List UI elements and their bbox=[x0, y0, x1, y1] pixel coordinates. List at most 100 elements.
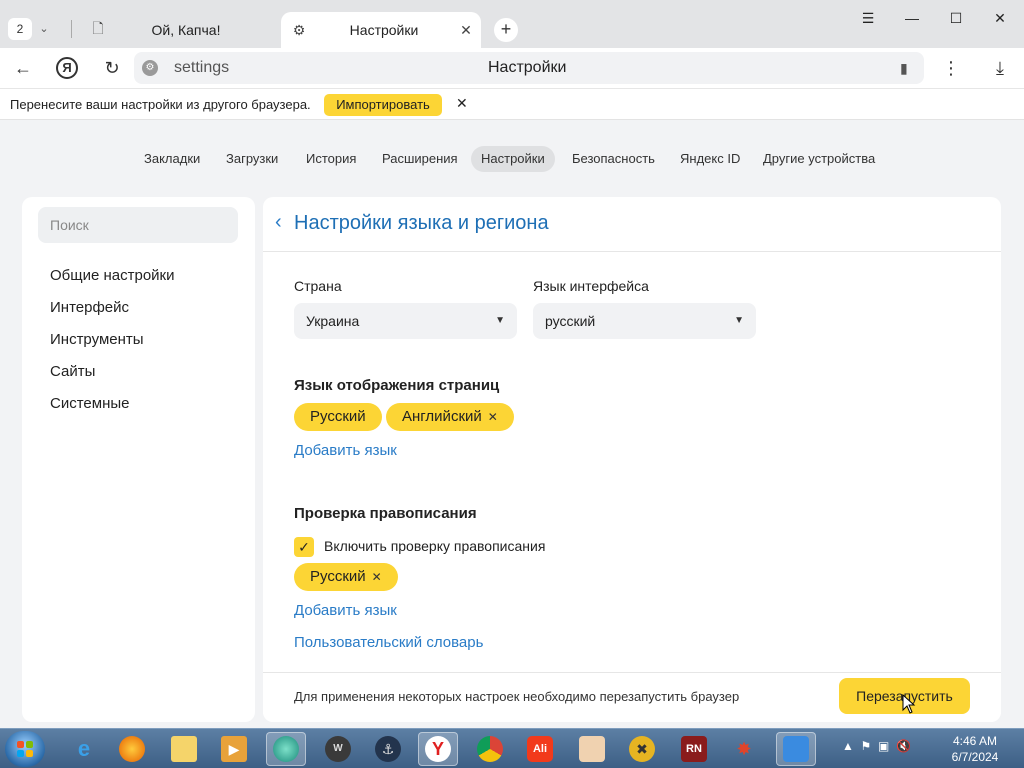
document-icon: 🗋 bbox=[92, 20, 104, 36]
spellcheck-checkbox[interactable]: ✓ bbox=[294, 537, 314, 557]
nav-other-devices[interactable]: Другие устройства bbox=[753, 146, 885, 172]
nav-settings[interactable]: Настройки bbox=[471, 146, 555, 172]
sidebar-item-system[interactable]: Системные bbox=[50, 395, 129, 412]
nav-extensions[interactable]: Расширения bbox=[372, 146, 468, 172]
import-infobar: Перенесите ваши настройки из другого бра… bbox=[0, 88, 1024, 120]
ui-language-value: русский bbox=[545, 313, 596, 329]
nav-security[interactable]: Безопасность bbox=[562, 146, 665, 172]
app-globe-icon[interactable] bbox=[266, 732, 306, 766]
close-window-button[interactable]: ✕ bbox=[978, 6, 1022, 30]
system-tray-icons[interactable]: ▲ ⚑ ▣ 🔇 bbox=[842, 739, 911, 753]
import-message: Перенесите ваши настройки из другого бра… bbox=[10, 97, 311, 112]
game-rn-icon[interactable]: RN bbox=[674, 732, 714, 766]
add-spellcheck-language-link[interactable]: Добавить язык bbox=[294, 602, 397, 619]
search-input[interactable]: Поиск bbox=[38, 207, 238, 243]
download-icon[interactable]: ⤓ bbox=[987, 56, 1013, 80]
nav-history[interactable]: История bbox=[296, 146, 366, 172]
close-icon[interactable]: ✕ bbox=[456, 95, 468, 112]
back-chevron-icon[interactable]: ‹ bbox=[275, 211, 282, 234]
game-icon[interactable] bbox=[572, 732, 612, 766]
spellcheck-heading: Проверка правописания bbox=[294, 505, 477, 522]
maximize-button[interactable]: ☐ bbox=[934, 6, 978, 30]
start-button[interactable] bbox=[5, 731, 45, 767]
windows-logo-icon bbox=[17, 741, 33, 757]
clock-date: 6/7/2024 bbox=[951, 750, 999, 764]
spellcheck-checkbox-label[interactable]: Включить проверку правописания bbox=[324, 538, 545, 554]
menu-icon[interactable]: ☰ bbox=[846, 6, 890, 30]
url-text[interactable]: settings bbox=[174, 59, 229, 77]
reload-icon[interactable]: ↻ bbox=[99, 56, 125, 80]
game-icon-3[interactable]: ✸ bbox=[724, 732, 764, 766]
file-explorer-icon[interactable] bbox=[164, 732, 204, 766]
yandex-browser-icon[interactable]: Y bbox=[418, 732, 458, 766]
tab-title: Ой, Капча! bbox=[151, 22, 221, 38]
nav-yandex-id[interactable]: Яндекс ID bbox=[670, 146, 750, 172]
bookmark-icon[interactable]: ▮ bbox=[900, 60, 908, 77]
remove-icon[interactable]: ✕ bbox=[488, 410, 498, 424]
close-tab-icon[interactable]: ✕ bbox=[451, 22, 481, 39]
mouse-cursor-icon bbox=[902, 694, 916, 714]
page-languages-heading: Язык отображения страниц bbox=[294, 377, 500, 394]
sidebar-item-interface[interactable]: Интерфейс bbox=[50, 299, 129, 316]
network-app-icon[interactable] bbox=[776, 732, 816, 766]
world-of-warships-icon[interactable]: ⚓ bbox=[368, 732, 408, 766]
address-bar: ← Я ↻ ⚙ settings Настройки ▮ ⋮ ⤓ bbox=[0, 48, 1024, 88]
chevron-down-icon[interactable]: ⌄ bbox=[32, 18, 56, 40]
nav-bookmarks[interactable]: Закладки bbox=[134, 146, 210, 172]
content-header: ‹ Настройки языка и региона bbox=[263, 197, 1001, 252]
aliexpress-icon[interactable]: Ali bbox=[520, 732, 560, 766]
windows-taskbar: e ▶ W ⚓ Y Ali ✖ RN ✸ ▲ ⚑ ▣ 🔇 4:46 AM 6/7… bbox=[0, 728, 1024, 768]
tab-count[interactable]: 2 bbox=[8, 18, 32, 40]
minimize-button[interactable]: — bbox=[890, 6, 934, 30]
chip-label: Английский bbox=[402, 408, 482, 425]
more-menu-icon[interactable]: ⋮ bbox=[938, 56, 964, 80]
remove-icon[interactable]: ✕ bbox=[372, 570, 382, 584]
restart-note: Для применения некоторых настроек необхо… bbox=[294, 689, 740, 704]
chevron-down-icon: ▼ bbox=[734, 315, 744, 326]
settings-top-nav: Закладки Загрузки История Расширения Нас… bbox=[0, 146, 1024, 172]
tab-settings[interactable]: ⚙ Настройки ✕ bbox=[281, 12, 481, 48]
chip-label: Русский bbox=[310, 408, 366, 425]
restart-footer: Для применения некоторых настроек необхо… bbox=[263, 672, 1001, 722]
tab-title: Настройки bbox=[349, 22, 419, 38]
clock[interactable]: 4:46 AM 6/7/2024 bbox=[940, 733, 1010, 765]
tab-bar: 2 ⌄ 🗋 Ой, Капча! ⚙ Настройки ✕ + ☰ — ☐ ✕ bbox=[0, 0, 1024, 48]
page-title-in-address: Настройки bbox=[488, 59, 567, 76]
nav-downloads[interactable]: Загрузки bbox=[216, 146, 288, 172]
sidebar-item-sites[interactable]: Сайты bbox=[50, 363, 95, 380]
world-of-tanks-icon[interactable]: W bbox=[318, 732, 358, 766]
game-icon-2[interactable]: ✖ bbox=[622, 732, 662, 766]
page-title[interactable]: Настройки языка и региона bbox=[294, 212, 549, 235]
chrome-icon[interactable] bbox=[470, 732, 510, 766]
settings-site-icon: ⚙ bbox=[142, 60, 158, 76]
tab-group-counter[interactable]: 2 ⌄ bbox=[8, 18, 56, 40]
settings-content: ‹ Настройки языка и региона Страна Язык … bbox=[263, 197, 1001, 722]
user-dictionary-link[interactable]: Пользовательский словарь bbox=[294, 634, 483, 651]
clock-time: 4:46 AM bbox=[952, 734, 998, 748]
language-chip-russian[interactable]: Русский bbox=[294, 403, 382, 431]
sidebar-item-general[interactable]: Общие настройки bbox=[50, 267, 175, 284]
chevron-down-icon: ▼ bbox=[495, 315, 505, 326]
tab-captcha[interactable]: 🗋 Ой, Капча! bbox=[80, 12, 276, 48]
media-player-icon[interactable]: ▶ bbox=[214, 732, 254, 766]
settings-sidebar: Поиск Общие настройки Интерфейс Инструме… bbox=[22, 197, 255, 722]
tab-divider bbox=[71, 20, 72, 38]
gear-icon: ⚙ bbox=[292, 21, 306, 38]
add-language-link[interactable]: Добавить язык bbox=[294, 442, 397, 459]
sidebar-item-tools[interactable]: Инструменты bbox=[50, 331, 144, 348]
back-arrow-icon[interactable]: ← bbox=[10, 56, 36, 80]
firefox-icon[interactable] bbox=[112, 732, 152, 766]
ui-language-select[interactable]: русский ▼ bbox=[533, 303, 756, 339]
ui-language-label: Язык интерфейса bbox=[533, 278, 649, 294]
country-value: Украина bbox=[306, 313, 360, 329]
url-field[interactable]: ⚙ settings Настройки ▮ bbox=[134, 52, 924, 84]
spellcheck-chip-russian[interactable]: Русский ✕ bbox=[294, 563, 398, 591]
yandex-logo-icon[interactable]: Я bbox=[56, 57, 78, 79]
internet-explorer-icon[interactable]: e bbox=[64, 732, 104, 766]
chip-label: Русский bbox=[310, 568, 366, 585]
country-label: Страна bbox=[294, 278, 342, 294]
import-button[interactable]: Импортировать bbox=[324, 94, 442, 116]
language-chip-english[interactable]: Английский ✕ bbox=[386, 403, 514, 431]
country-select[interactable]: Украина ▼ bbox=[294, 303, 517, 339]
new-tab-button[interactable]: + bbox=[494, 18, 518, 42]
